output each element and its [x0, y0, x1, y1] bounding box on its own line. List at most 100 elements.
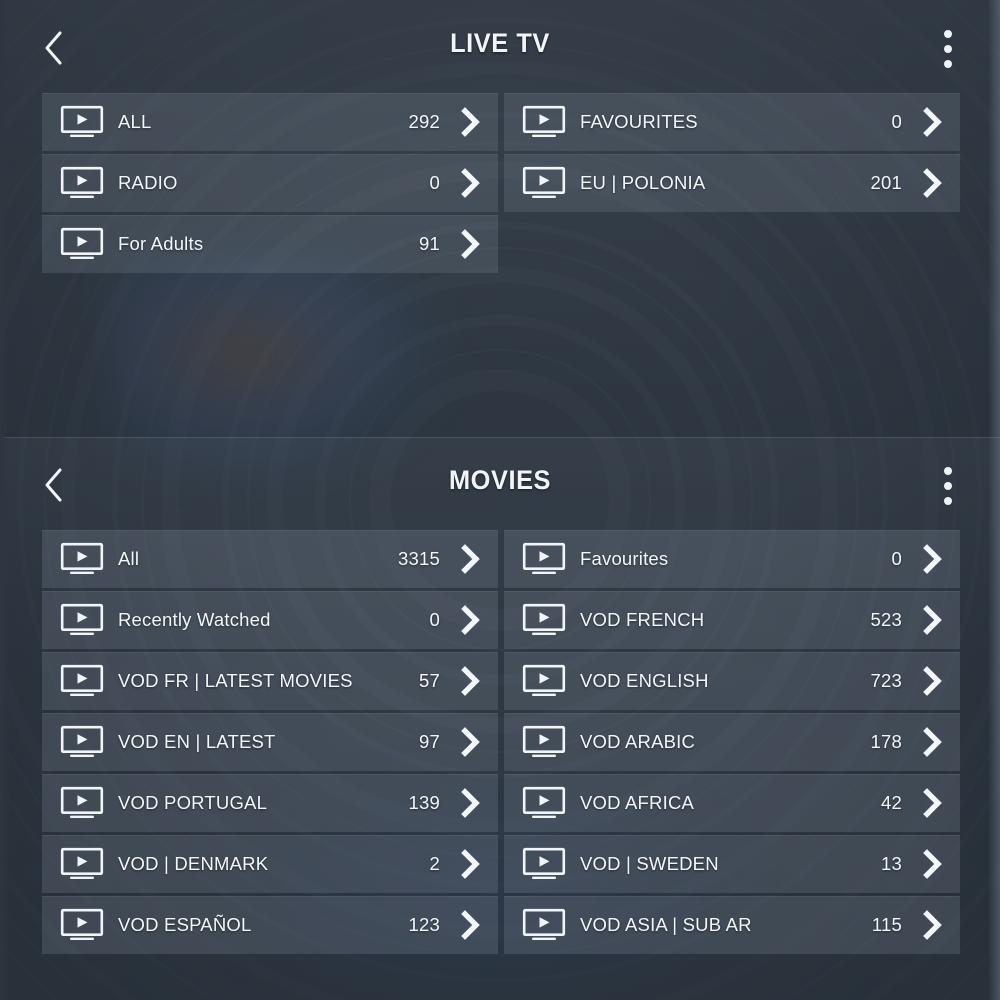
tv-play-icon — [522, 908, 566, 942]
category-count: 57 — [419, 670, 440, 691]
category-tile[interactable]: ALL 292 — [42, 93, 498, 151]
tv-play-icon — [60, 603, 104, 637]
tv-play-icon — [60, 847, 104, 881]
category-tile[interactable]: Favourites 0 — [504, 530, 960, 588]
header-movies: MOVIES — [0, 437, 1000, 535]
tv-play-icon — [522, 847, 566, 881]
category-count: 178 — [870, 731, 902, 752]
category-count: 201 — [870, 172, 902, 193]
category-count: 0 — [891, 111, 902, 132]
chevron-right-icon[interactable] — [920, 603, 946, 637]
chevron-right-icon[interactable] — [920, 105, 946, 139]
panel-livetv: LIVE TV ALL 292 RADIO 0 For Adults 91 FAVOURITE… — [0, 0, 1000, 437]
tv-play-icon — [522, 542, 566, 576]
chevron-right-icon[interactable] — [920, 664, 946, 698]
category-label: FAVOURITES — [580, 111, 698, 132]
category-label: Recently Watched — [118, 609, 271, 630]
chevron-right-icon[interactable] — [458, 908, 484, 942]
category-tile[interactable]: VOD FRENCH 523 — [504, 591, 960, 649]
category-tile[interactable]: RADIO 0 — [42, 154, 498, 212]
category-count: 0 — [891, 548, 902, 569]
chevron-right-icon[interactable] — [920, 542, 946, 576]
chevron-right-icon[interactable] — [458, 725, 484, 759]
chevron-right-icon[interactable] — [458, 603, 484, 637]
category-tile[interactable]: VOD ASIA | SUB AR 115 — [504, 896, 960, 954]
category-tile[interactable]: VOD ARABIC 178 — [504, 713, 960, 771]
category-tile[interactable]: Recently Watched 0 — [42, 591, 498, 649]
category-count: 0 — [429, 609, 440, 630]
tv-play-icon — [522, 786, 566, 820]
page-title: MOVIES — [448, 465, 552, 495]
category-label: RADIO — [118, 172, 178, 193]
column-left: All 3315 Recently Watched 0 VOD FR | LATEST … — [42, 530, 498, 957]
chevron-right-icon[interactable] — [458, 227, 484, 261]
chevron-right-icon[interactable] — [920, 847, 946, 881]
category-tile[interactable]: VOD FR | LATEST MOVIES 57 — [42, 652, 498, 710]
chevron-right-icon[interactable] — [458, 786, 484, 820]
category-label: VOD ARABIC — [580, 731, 696, 752]
chevron-right-icon[interactable] — [458, 664, 484, 698]
chevron-right-icon[interactable] — [458, 166, 484, 200]
category-label: ALL — [118, 111, 152, 132]
category-tile[interactable]: VOD AFRICA 42 — [504, 774, 960, 832]
category-count: 723 — [870, 670, 902, 691]
category-label: VOD | SWEDEN — [580, 853, 719, 874]
tv-play-icon — [522, 725, 566, 759]
category-label: VOD FRENCH — [580, 609, 705, 630]
category-count: 123 — [408, 914, 440, 935]
panel-movies: MOVIES All 3315 Recently Watched 0 VOD FR | L… — [0, 437, 1000, 1000]
category-count: 91 — [419, 233, 440, 254]
category-label: VOD PORTUGAL — [118, 792, 268, 813]
category-label: VOD ESPAÑOL — [118, 914, 252, 935]
category-tile[interactable]: For Adults 91 — [42, 215, 498, 273]
category-tile[interactable]: EU | POLONIA 201 — [504, 154, 960, 212]
category-tile[interactable]: VOD ENGLISH 723 — [504, 652, 960, 710]
category-tile[interactable]: VOD ESPAÑOL 123 — [42, 896, 498, 954]
chevron-right-icon[interactable] — [920, 786, 946, 820]
app-root: LIVE TV ALL 292 RADIO 0 For Adults 91 FAVOURITE… — [0, 0, 1000, 1000]
category-count: 42 — [881, 792, 902, 813]
category-tile[interactable]: VOD | SWEDEN 13 — [504, 835, 960, 893]
tv-play-icon — [522, 166, 566, 200]
tv-play-icon — [60, 908, 104, 942]
tv-play-icon — [60, 105, 104, 139]
tv-play-icon — [60, 664, 104, 698]
column-left: ALL 292 RADIO 0 For Adults 91 — [42, 93, 498, 276]
tv-play-icon — [60, 542, 104, 576]
category-tile[interactable]: VOD EN | LATEST 97 — [42, 713, 498, 771]
category-label: VOD ENGLISH — [580, 670, 709, 691]
category-tile[interactable]: FAVOURITES 0 — [504, 93, 960, 151]
tv-play-icon — [60, 725, 104, 759]
category-count: 13 — [881, 853, 902, 874]
category-label: Favourites — [580, 548, 669, 569]
category-tile[interactable]: VOD PORTUGAL 139 — [42, 774, 498, 832]
category-count: 523 — [870, 609, 902, 630]
chevron-right-icon[interactable] — [920, 725, 946, 759]
category-label: VOD EN | LATEST — [118, 731, 276, 752]
chevron-right-icon[interactable] — [920, 908, 946, 942]
category-count: 0 — [429, 172, 440, 193]
tv-play-icon — [60, 227, 104, 261]
tv-play-icon — [522, 105, 566, 139]
category-count: 292 — [408, 111, 440, 132]
category-label: VOD FR | LATEST MOVIES — [118, 670, 353, 691]
category-count: 115 — [871, 914, 902, 935]
chevron-right-icon[interactable] — [920, 166, 946, 200]
category-count: 2 — [429, 853, 440, 874]
header-livetv: LIVE TV — [0, 0, 1000, 98]
tv-play-icon — [522, 664, 566, 698]
kebab-menu-icon[interactable] — [926, 20, 970, 78]
page-title: LIVE TV — [450, 28, 550, 58]
chevron-right-icon[interactable] — [458, 847, 484, 881]
tv-play-icon — [522, 603, 566, 637]
category-label: VOD | DENMARK — [118, 853, 269, 874]
tv-play-icon — [60, 786, 104, 820]
chevron-right-icon[interactable] — [458, 542, 484, 576]
chevron-right-icon[interactable] — [458, 105, 484, 139]
category-tile[interactable]: VOD | DENMARK 2 — [42, 835, 498, 893]
category-label: EU | POLONIA — [580, 172, 706, 193]
kebab-menu-icon[interactable] — [926, 457, 970, 515]
category-label: For Adults — [118, 233, 204, 254]
category-tile[interactable]: All 3315 — [42, 530, 498, 588]
category-count: 97 — [419, 731, 440, 752]
